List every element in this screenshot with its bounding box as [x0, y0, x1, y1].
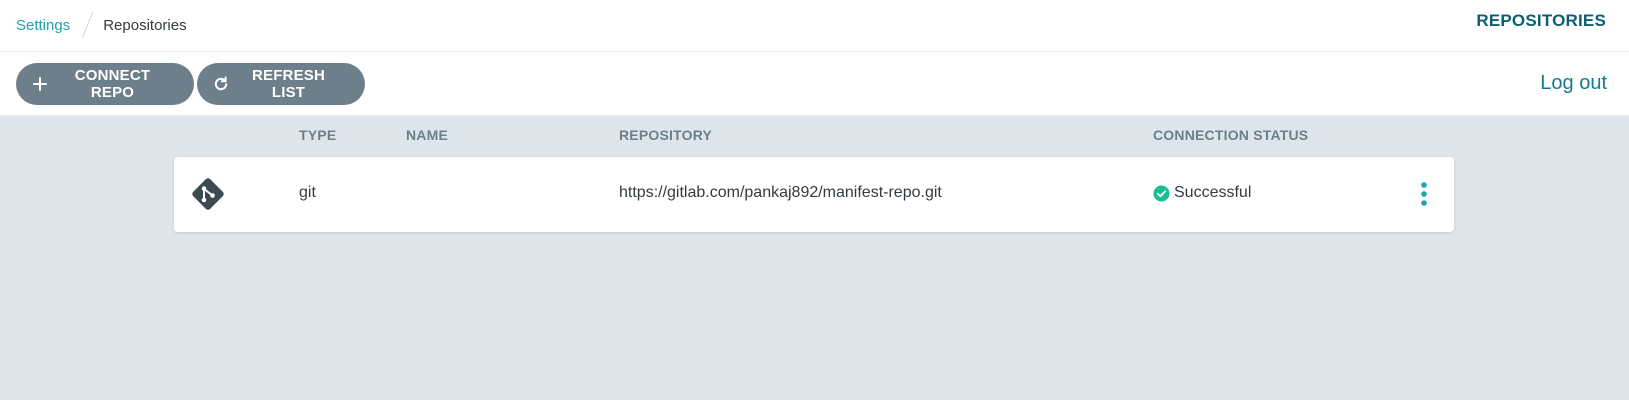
breadcrumb-current: Repositories: [103, 16, 187, 34]
repo-url-link[interactable]: https://gitlab.com/pankaj892/manifest-re…: [619, 184, 942, 202]
breadcrumb: Settings Repositories: [16, 11, 187, 39]
connect-repo-label: CONNECT REPO: [74, 67, 151, 101]
repo-type: git: [299, 184, 316, 201]
git-logo-icon: [191, 177, 225, 211]
table-header: TYPE NAME REPOSITORY CONNECTION STATUS: [0, 116, 1629, 156]
page-title: REPOSITORIES: [1476, 11, 1606, 30]
refresh-icon: [213, 76, 229, 92]
table-row[interactable]: git https://gitlab.com/pankaj892/manifes…: [174, 157, 1454, 232]
more-options-icon[interactable]: [1420, 181, 1428, 207]
breadcrumb-separator: [81, 11, 94, 39]
breadcrumb-settings-link[interactable]: Settings: [16, 17, 70, 34]
column-header-name: NAME: [406, 127, 449, 143]
plus-icon: [32, 76, 48, 92]
top-bar: Settings Repositories REPOSITORIES: [0, 0, 1629, 52]
column-header-type: TYPE: [299, 127, 337, 143]
toolbar: CONNECT REPO REFRESH LIST Log out: [0, 52, 1629, 116]
refresh-list-label: REFRESH LIST: [251, 67, 326, 101]
connection-status: Successful: [1153, 184, 1251, 202]
connect-repo-button[interactable]: CONNECT REPO: [16, 63, 194, 105]
check-circle-icon: [1153, 184, 1170, 202]
logout-link[interactable]: Log out: [1540, 72, 1607, 95]
refresh-list-button[interactable]: REFRESH LIST: [197, 63, 365, 105]
column-header-connection-status: CONNECTION STATUS: [1153, 127, 1309, 143]
connection-status-label: Successful: [1174, 184, 1252, 201]
column-header-repository: REPOSITORY: [619, 127, 713, 143]
